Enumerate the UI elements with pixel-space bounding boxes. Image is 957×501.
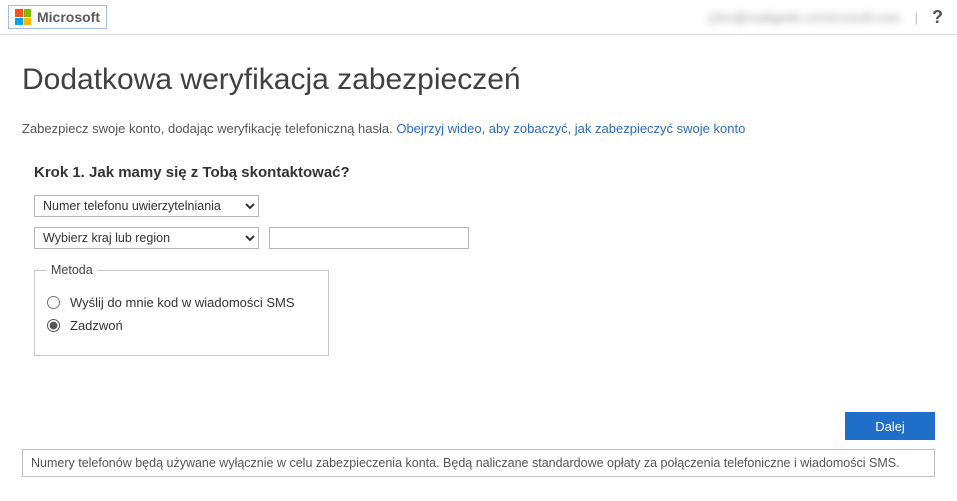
brand: Microsoft xyxy=(8,5,107,29)
phone-notice: Numery telefonów będą używane wyłącznie … xyxy=(22,449,935,477)
video-link[interactable]: Obejrzyj wideo, aby zobaczyć, jak zabezp… xyxy=(396,121,745,136)
page-title: Dodatkowa weryfikacja zabezpieczeń xyxy=(22,63,935,97)
microsoft-logo-icon xyxy=(15,9,31,25)
main-content: Dodatkowa weryfikacja zabezpieczeń Zabez… xyxy=(0,35,957,356)
radio-sms[interactable] xyxy=(47,296,60,309)
region-select[interactable]: Wybierz kraj lub region xyxy=(34,227,259,249)
radio-sms-label: Wyślij do mnie kod w wiadomości SMS xyxy=(70,295,295,310)
brand-text: Microsoft xyxy=(37,9,100,25)
help-icon[interactable]: ? xyxy=(932,7,943,28)
auth-method-select[interactable]: Numer telefonu uwierzytelniania xyxy=(34,195,259,217)
page-description: Zabezpiecz swoje konto, dodając weryfika… xyxy=(22,121,935,136)
phone-input[interactable] xyxy=(269,227,469,249)
radio-sms-row[interactable]: Wyślij do mnie kod w wiadomości SMS xyxy=(47,295,312,310)
method-fieldset: Metoda Wyślij do mnie kod w wiadomości S… xyxy=(34,263,329,356)
desc-text: Zabezpiecz swoje konto, dodając weryfika… xyxy=(22,121,393,136)
radio-call[interactable] xyxy=(47,319,60,332)
step-title: Krok 1. Jak mamy się z Tobą skontaktować… xyxy=(34,164,935,181)
fieldset-legend: Metoda xyxy=(47,263,97,277)
account-email: john@mailignite.onmicrosoft.com xyxy=(709,10,901,25)
header-right: john@mailignite.onmicrosoft.com | ? xyxy=(709,7,943,28)
radio-call-label: Zadzwoń xyxy=(70,318,123,333)
radio-call-row[interactable]: Zadzwoń xyxy=(47,318,312,333)
header-bar: Microsoft john@mailignite.onmicrosoft.co… xyxy=(0,0,957,35)
next-button[interactable]: Dalej xyxy=(845,412,935,440)
method-row: Numer telefonu uwierzytelniania xyxy=(34,195,935,217)
region-phone-row: Wybierz kraj lub region xyxy=(34,227,935,249)
divider: | xyxy=(915,10,918,25)
